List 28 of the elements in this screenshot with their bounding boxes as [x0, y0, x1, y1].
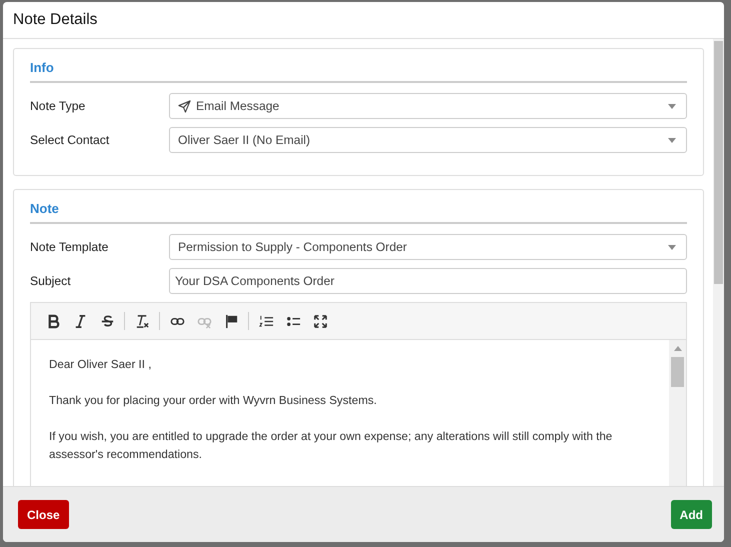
section-heading: Note: [30, 201, 59, 216]
close-button[interactable]: Close: [18, 500, 69, 529]
section-heading: Info: [30, 60, 54, 75]
clear-format-icon: [134, 314, 150, 328]
add-button[interactable]: Add: [670, 500, 712, 529]
ordered-list-icon: [258, 314, 274, 328]
maximize-icon: [312, 314, 328, 328]
dropdown[interactable]: Oliver Saer II (No Email): [169, 127, 687, 153]
dropdown[interactable]: Email Message: [169, 93, 687, 119]
scrollbar[interactable]: [713, 39, 724, 486]
field-label: Select Contact: [30, 133, 110, 147]
dropdown[interactable]: Permission to Supply - Components Order: [169, 234, 687, 260]
field-label: Note Template: [30, 240, 110, 254]
caret-icon: [668, 138, 676, 142]
editor-paragraph: Dear Oliver Saer II ,: [49, 357, 152, 373]
caret-icon: [668, 104, 676, 108]
dialog-title: Note Details: [13, 11, 98, 29]
field-label: Subject: [30, 274, 72, 288]
editor-paragraph: Thank you for placing your order with Wyvrn Business Systems.: [49, 393, 378, 409]
paper-plane-icon: [178, 100, 191, 112]
flag-icon: [224, 314, 238, 328]
scrollbar[interactable]: [669, 340, 686, 486]
subject-field[interactable]: Your DSA Components Order: [169, 268, 687, 294]
field-label: Note Type: [30, 99, 86, 113]
strike-icon: [100, 314, 114, 328]
bold-icon: [46, 314, 60, 328]
caret-icon: [668, 244, 676, 250]
editor-paragraph: If you wish, you are entitled to upgrade the order at your own expense; any alterations will still comply with the assessor's recommendations.: [49, 429, 614, 463]
